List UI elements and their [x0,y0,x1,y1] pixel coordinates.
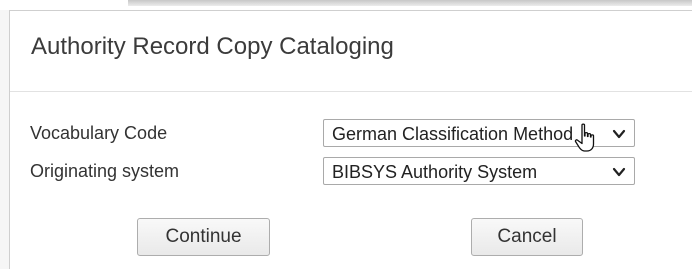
chevron-down-icon [612,167,626,177]
dialog-left-edge [0,10,10,269]
originating-system-label: Originating system [30,161,180,181]
continue-button[interactable]: Continue [137,218,270,256]
originating-system-select[interactable]: BIBSYS Authority System [323,157,635,185]
dialog-title: Authority Record Copy Cataloging [31,33,394,60]
background-window-edge [0,0,692,11]
originating-system-value: BIBSYS Authority System [332,162,538,182]
screen: Authority Record Copy Cataloging Vocabul… [0,0,692,269]
copy-cataloging-dialog: Authority Record Copy Cataloging Vocabul… [10,11,692,269]
vocabulary-code-select[interactable]: German Classification Method [323,119,635,147]
vocabulary-code-label: Vocabulary Code [30,123,168,143]
cancel-button[interactable]: Cancel [471,218,583,256]
title-divider [10,91,692,92]
vocabulary-code-row: Vocabulary Code German Classification Me… [30,119,692,149]
chevron-down-icon [612,129,626,139]
background-window-strip [128,0,692,6]
vocabulary-code-value: German Classification Method [332,124,574,144]
originating-system-row: Originating system BIBSYS Authority Syst… [30,157,692,187]
